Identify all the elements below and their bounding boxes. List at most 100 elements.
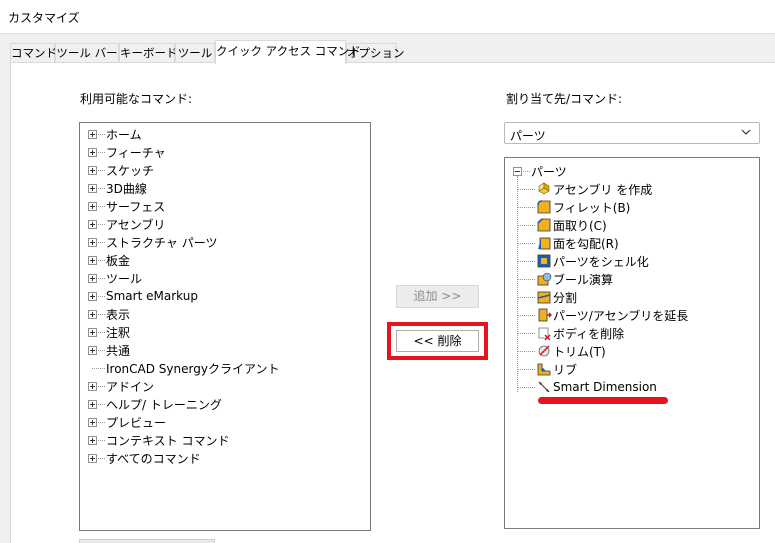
- expand-icon[interactable]: [88, 417, 97, 427]
- tree-item-sketch[interactable]: スケッチ: [88, 161, 154, 179]
- command-label: アセンブリ を作成: [553, 182, 653, 197]
- expand-icon[interactable]: [88, 147, 97, 157]
- expand-icon[interactable]: [88, 399, 97, 409]
- command-label: パーツ/アセンブリを延長: [553, 308, 689, 323]
- tree-item-common[interactable]: 共通: [88, 341, 130, 359]
- expand-icon[interactable]: [88, 273, 97, 283]
- tree-item-ironcad-synergy[interactable]: IronCAD Synergyクライアント: [88, 359, 279, 377]
- remove-button[interactable]: << 削除: [396, 330, 479, 352]
- tree-item-label: コンテキスト コマンド: [106, 433, 230, 448]
- chamfer-icon: [537, 218, 551, 232]
- tree-item-label: スケッチ: [106, 163, 155, 178]
- command-label: リブ: [553, 362, 578, 377]
- tree-item-sheet-metal[interactable]: 板金: [88, 251, 130, 269]
- bottom-button[interactable]: [79, 539, 215, 543]
- command-label: 面を勾配(R): [553, 236, 619, 251]
- expand-icon[interactable]: [88, 381, 97, 391]
- available-commands-label: 利用可能なコマンド:: [80, 92, 193, 106]
- command-fillet[interactable]: フィレット(B): [518, 198, 630, 216]
- expand-icon[interactable]: [88, 255, 97, 265]
- tree-item-3d-curves[interactable]: 3D曲線: [88, 179, 147, 197]
- expand-icon[interactable]: [88, 237, 97, 247]
- expand-icon[interactable]: [88, 345, 97, 355]
- collapse-icon[interactable]: [513, 166, 522, 176]
- expand-icon[interactable]: [88, 291, 97, 301]
- boolean-icon: [537, 272, 552, 286]
- tree-item-all-commands[interactable]: すべてのコマンド: [88, 449, 201, 467]
- expand-icon[interactable]: [88, 201, 97, 211]
- command-label: フィレット(B): [553, 200, 631, 215]
- tree-item-features[interactable]: フィーチャ: [88, 143, 166, 161]
- tree-item-label: アセンブリ: [106, 217, 166, 232]
- assigned-commands-tree[interactable]: パーツ アセンブリ を作成 フィレット(B) 面取り(C) 面を勾配(R) パー…: [504, 157, 760, 529]
- tree-item-label: 板金: [106, 253, 131, 268]
- expand-icon[interactable]: [88, 327, 97, 337]
- tree-item-label: Smart eMarkup: [106, 289, 198, 303]
- expand-icon[interactable]: [88, 165, 97, 175]
- tree-item-assembly[interactable]: アセンブリ: [88, 215, 165, 233]
- tree-item-label: 3D曲線: [106, 181, 147, 196]
- expand-icon[interactable]: [88, 183, 97, 193]
- tree-item-label: ホーム: [106, 127, 142, 142]
- command-face-draft[interactable]: 面を勾配(R): [518, 234, 619, 252]
- tree-item-label: アドイン: [106, 379, 155, 394]
- tree-item-surfaces[interactable]: サーフェス: [88, 197, 165, 215]
- tree-item-addins[interactable]: アドイン: [88, 377, 154, 395]
- expand-icon[interactable]: [88, 129, 97, 139]
- window-title: カスタマイズ: [8, 11, 80, 25]
- tree-item-context-commands[interactable]: コンテキスト コマンド: [88, 431, 229, 449]
- tree-item-view[interactable]: 表示: [88, 305, 130, 323]
- tab-tools[interactable]: ツール: [175, 43, 215, 63]
- tree-item-label: フィーチャ: [106, 145, 166, 160]
- expand-icon[interactable]: [88, 453, 97, 463]
- tree-item-tools[interactable]: ツール: [88, 269, 142, 287]
- tree-item-label: ツール: [106, 271, 143, 286]
- tree-item-label: すべてのコマンド: [106, 451, 201, 466]
- tree-item-annotation[interactable]: 注釈: [88, 323, 130, 341]
- red-underline-annotation: [538, 397, 668, 404]
- command-split[interactable]: 分割: [518, 288, 577, 306]
- create-assembly-icon: [538, 182, 550, 195]
- face-draft-icon: [538, 237, 551, 250]
- tab-commands[interactable]: コマンド: [10, 43, 57, 63]
- shell-icon: [537, 254, 551, 268]
- tree-item-preview[interactable]: プレビュー: [88, 413, 166, 431]
- tree-item-label: ヘルプ/ トレーニング: [106, 397, 222, 412]
- tree-root-parts[interactable]: パーツ: [513, 162, 567, 180]
- command-rib[interactable]: リブ: [518, 360, 577, 378]
- command-boolean[interactable]: ブール演算: [518, 270, 613, 288]
- tab-quick-access-commands[interactable]: クイック アクセス コマンド: [215, 40, 361, 64]
- command-label: ボディを削除: [553, 326, 625, 341]
- command-label: 分割: [553, 290, 578, 305]
- add-button[interactable]: 追加 >>: [396, 285, 479, 308]
- command-extend[interactable]: パーツ/アセンブリを延長: [518, 306, 688, 324]
- command-delete-body[interactable]: ボディを削除: [518, 324, 624, 342]
- assigned-commands-label: 割り当て先/コマンド:: [506, 92, 623, 106]
- tree-item-home[interactable]: ホーム: [88, 125, 142, 143]
- expand-icon[interactable]: [88, 309, 97, 319]
- command-smart-dimension[interactable]: Smart Dimension: [518, 378, 657, 396]
- tree-item-structure-parts[interactable]: ストラクチャ パーツ: [88, 233, 217, 251]
- tab-toolbars[interactable]: ツール バー: [55, 43, 119, 63]
- title-bar: カスタマイズ: [0, 0, 775, 34]
- tree-item-help-training[interactable]: ヘルプ/ トレーニング: [88, 395, 222, 413]
- tab-keyboard[interactable]: キーボード: [119, 43, 178, 63]
- tree-item-label: ストラクチャ パーツ: [106, 235, 218, 250]
- chevron-down-icon: [741, 129, 751, 135]
- extend-icon: [538, 308, 552, 322]
- expand-icon[interactable]: [88, 435, 97, 445]
- available-commands-tree[interactable]: ホーム フィーチャ スケッチ 3D曲線 サーフェス アセンブリ ストラクチャ パ…: [79, 122, 371, 531]
- command-create-assembly[interactable]: アセンブリ を作成: [518, 180, 652, 198]
- tree-item-label: サーフェス: [106, 199, 166, 214]
- tree-item-smart-emarkup[interactable]: Smart eMarkup: [88, 287, 198, 305]
- command-chamfer[interactable]: 面取り(C): [518, 216, 607, 234]
- tree-item-label: 注釈: [106, 325, 131, 340]
- dropdown-value: パーツ: [510, 129, 546, 143]
- rib-icon: [537, 363, 551, 376]
- command-trim[interactable]: トリム(T): [518, 342, 606, 360]
- expand-icon[interactable]: [88, 219, 97, 229]
- command-shell[interactable]: パーツをシェル化: [518, 252, 649, 270]
- assign-target-dropdown[interactable]: パーツ: [504, 122, 760, 144]
- tree-item-label: パーツ: [531, 164, 567, 179]
- command-label: Smart Dimension: [553, 380, 657, 394]
